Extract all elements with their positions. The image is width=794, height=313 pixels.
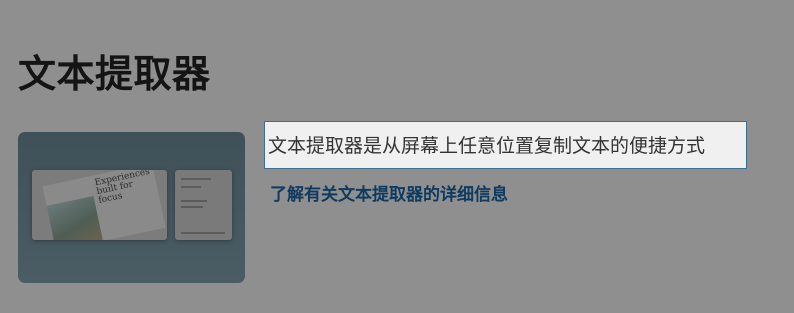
preview-bar (181, 200, 207, 202)
preview-bar (181, 186, 201, 188)
learn-more-link[interactable]: 了解有关文本提取器的详细信息 (270, 183, 508, 207)
preview-bar (181, 206, 203, 208)
preview-book-heading: Experiences built for focus (94, 170, 158, 206)
page-title: 文本提取器 (18, 52, 211, 96)
preview-card-left: Experiences built for focus (32, 170, 167, 240)
feature-preview-image: Experiences built for focus (18, 132, 245, 283)
preview-card-right (175, 170, 232, 240)
preview-photo (46, 195, 104, 240)
feature-description: 文本提取器是从屏幕上任意位置复制文本的便捷方式 (264, 121, 747, 169)
preview-book: Experiences built for focus (42, 170, 166, 240)
text-extractor-page: 文本提取器 Experiences built for focus 文本提取器是… (0, 0, 794, 313)
preview-bar (181, 232, 225, 234)
preview-bar (181, 178, 211, 180)
